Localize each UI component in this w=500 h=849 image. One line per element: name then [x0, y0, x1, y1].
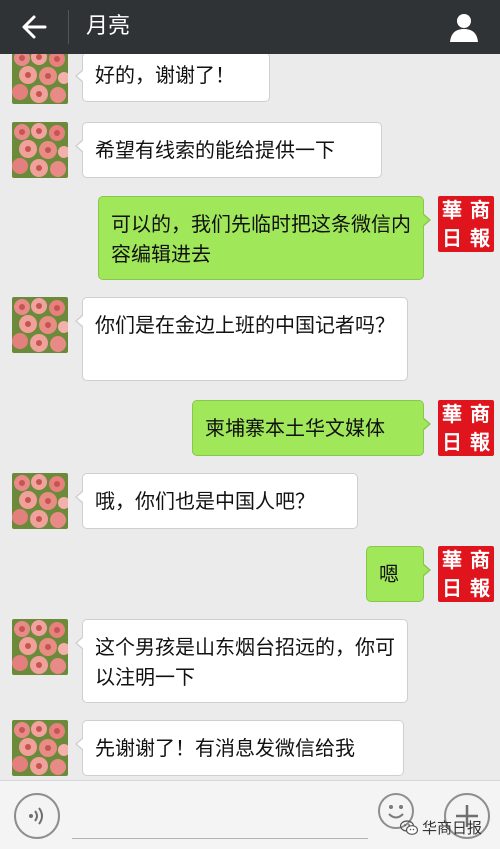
- message-bubble[interactable]: 你们是在金边上班的中国记者吗？: [75, 297, 408, 381]
- message-text: 哦，你们也是中国人吧？: [95, 489, 315, 513]
- contact-avatar[interactable]: [12, 619, 68, 675]
- wechat-icon: [400, 819, 418, 835]
- logo-char: 商: [470, 402, 490, 426]
- logo-char: 日: [442, 226, 462, 250]
- huashang-daily-avatar[interactable]: 華 商 日 報: [438, 196, 494, 252]
- rose-avatar-image: [12, 54, 68, 104]
- logo-char: 華: [442, 198, 462, 222]
- huashang-daily-avatar[interactable]: 華 商 日 報: [438, 400, 494, 456]
- logo-char: 報: [470, 576, 490, 600]
- message-bubble[interactable]: 嗯: [366, 546, 431, 602]
- rose-avatar-image: [12, 720, 68, 776]
- watermark: 华商日报: [400, 817, 482, 838]
- logo-char: 商: [470, 198, 490, 222]
- logo-char: 商: [470, 548, 490, 572]
- contact-avatar[interactable]: [12, 473, 68, 529]
- message-bubble[interactable]: 这个男孩是山东烟台招远的，你可以注明一下: [75, 619, 408, 703]
- voice-button[interactable]: [14, 793, 60, 839]
- message-text: 好的，谢谢了！: [95, 63, 235, 87]
- person-icon: [450, 14, 478, 42]
- voice-icon: [29, 807, 43, 825]
- logo-char: 華: [442, 548, 462, 572]
- contact-avatar[interactable]: [12, 720, 68, 776]
- message-bubble[interactable]: 柬埔寨本土华文媒体: [192, 400, 431, 456]
- message-bubble[interactable]: 先谢谢了！有消息发微信给我: [75, 720, 404, 776]
- message-text: 可以的，我们先临时把这条微信内容编辑进去: [111, 212, 411, 266]
- logo-char: 日: [442, 576, 462, 600]
- message-text: 嗯: [379, 562, 399, 586]
- chat-title: 月亮: [86, 14, 131, 39]
- message-text: 先谢谢了！有消息发微信给我: [95, 736, 355, 760]
- rose-avatar-image: [12, 122, 68, 178]
- message-text: 柬埔寨本土华文媒体: [205, 416, 385, 440]
- chat-message-list[interactable]: 好的，谢谢了！ 希望有线索的能给提供一下 可以的，我们先临时把这条微信内容编辑进…: [0, 54, 500, 780]
- logo-char: 華: [442, 402, 462, 426]
- rose-avatar-image: [12, 619, 68, 675]
- rose-avatar-image: [12, 473, 68, 529]
- huashang-daily-avatar[interactable]: 華 商 日 報: [438, 546, 494, 602]
- contact-avatar[interactable]: [12, 54, 68, 104]
- message-text: 这个男孩是山东烟台招远的，你可以注明一下: [95, 635, 395, 689]
- message-bubble[interactable]: 可以的，我们先临时把这条微信内容编辑进去: [98, 196, 431, 280]
- header-divider: [68, 10, 69, 44]
- contact-avatar[interactable]: [12, 122, 68, 178]
- chat-header: 月亮: [0, 0, 500, 54]
- message-text-input[interactable]: [72, 795, 368, 839]
- message-bubble[interactable]: 好的，谢谢了！: [75, 54, 270, 102]
- back-button[interactable]: [0, 0, 68, 54]
- message-text: 希望有线索的能给提供一下: [95, 138, 335, 162]
- message-bubble[interactable]: 哦，你们也是中国人吧？: [75, 473, 358, 529]
- watermark-text: 华商日报: [422, 819, 483, 837]
- back-arrow-icon: [22, 15, 47, 39]
- message-input-bar: 华商日报: [0, 780, 500, 849]
- message-bubble[interactable]: 希望有线索的能给提供一下: [75, 122, 382, 178]
- chat-profile-button[interactable]: [442, 5, 486, 49]
- contact-avatar[interactable]: [12, 297, 68, 353]
- message-text: 你们是在金边上班的中国记者吗？: [95, 313, 395, 337]
- logo-char: 日: [442, 430, 462, 454]
- logo-char: 報: [470, 226, 490, 250]
- logo-char: 報: [470, 430, 490, 454]
- rose-avatar-image: [12, 297, 68, 353]
